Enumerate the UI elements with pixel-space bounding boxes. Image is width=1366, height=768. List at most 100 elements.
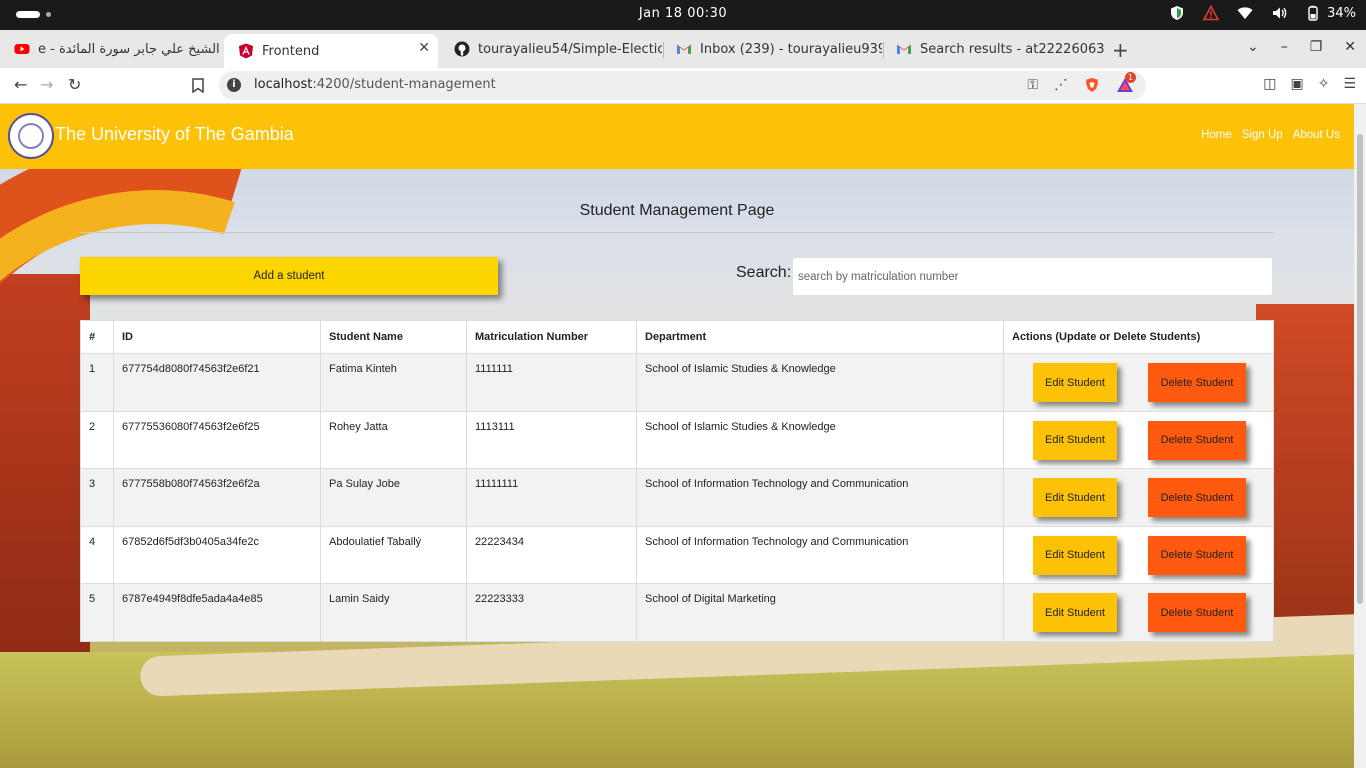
youtube-icon — [14, 44, 30, 54]
close-tab-icon[interactable]: ✕ — [418, 40, 430, 56]
back-arrow-icon[interactable]: ← — [14, 75, 27, 94]
edit-student-button[interactable]: Edit Student — [1033, 535, 1117, 575]
cell-actions: Edit Student Delete Student — [1003, 468, 1274, 527]
delete-student-button[interactable]: Delete Student — [1148, 478, 1246, 517]
col-header-department: Department — [636, 320, 1004, 354]
brave-rewards-button[interactable]: 1 — [1116, 72, 1137, 97]
col-header-actions: Actions (Update or Delete Students) — [1003, 320, 1274, 354]
site-navbar: The University of The Gambia Home Sign U… — [0, 104, 1354, 169]
page-title: Student Management Page — [579, 202, 775, 219]
wallet-icon[interactable]: ▣ — [1290, 76, 1303, 92]
system-tray[interactable]: 34% — [1169, 5, 1356, 21]
shield-update-icon[interactable] — [1169, 5, 1185, 21]
browser-right-tools: ◫ ▣ ✧ ☰ — [1263, 76, 1356, 92]
web-page: The University of The Gambia Home Sign U… — [0, 104, 1366, 768]
url-host: localhost — [254, 77, 313, 92]
search-input[interactable] — [792, 257, 1273, 296]
battery-icon — [1308, 5, 1318, 21]
sidebar-toggle-icon[interactable]: ◫ — [1263, 76, 1276, 92]
tab-search-chevron-icon[interactable]: ⌄ — [1247, 39, 1259, 55]
col-header-number: # — [80, 320, 114, 354]
cell-actions: Edit Student Delete Student — [1003, 353, 1274, 412]
nav-home-link[interactable]: Home — [1201, 129, 1232, 141]
url-text[interactable]: localhost:4200/student-management — [254, 77, 496, 92]
cell-id: 67775536080f74563f2e6f25 — [113, 410, 321, 469]
students-table: # ID Student Name Matriculation Number D… — [80, 320, 1274, 642]
cell-department: School of Digital Marketing — [636, 583, 1004, 642]
table-row: 5 6787e4949f8dfe5ada4a4e85 Lamin Saidy 2… — [80, 583, 1274, 642]
key-icon[interactable]: ⚿ — [1027, 77, 1038, 97]
site-info-icon[interactable]: i — [227, 78, 241, 92]
cell-matric: 11111111 — [466, 468, 637, 527]
window-controls: ⌄ – ❐ ✕ — [1247, 39, 1356, 55]
battery-percent: 34% — [1327, 5, 1356, 21]
edit-student-button[interactable]: Edit Student — [1033, 478, 1117, 517]
cell-name: Abdoulatief Taballý — [320, 525, 467, 584]
page-scrollbar[interactable] — [1354, 104, 1366, 768]
minimize-icon[interactable]: – — [1281, 39, 1288, 55]
title-divider — [80, 232, 1273, 233]
edit-student-button[interactable]: Edit Student — [1033, 593, 1117, 632]
edit-student-button[interactable]: Edit Student — [1033, 363, 1117, 402]
cell-number: 2 — [80, 410, 114, 469]
delete-student-button[interactable]: Delete Student — [1148, 420, 1246, 460]
volume-icon[interactable] — [1271, 5, 1287, 21]
cell-name: Rohey Jatta — [320, 410, 467, 469]
tab-gmail-inbox[interactable]: Inbox (239) - tourayalieu939 — [662, 34, 882, 64]
address-bar[interactable]: i localhost:4200/student-management ⚿ ⋰ … — [219, 71, 1146, 100]
table-row: 3 6777558b080f74563f2e6f2a Pa Sulay Jobe… — [80, 468, 1274, 527]
restore-icon[interactable]: ❐ — [1310, 39, 1323, 55]
cell-actions: Edit Student Delete Student — [1003, 583, 1274, 642]
delete-student-button[interactable]: Delete Student — [1148, 363, 1246, 402]
university-logo[interactable] — [8, 113, 54, 159]
delete-student-button[interactable]: Delete Student — [1148, 593, 1246, 632]
tab-title: الشيخ علي جابر سورة المائدة - e — [38, 41, 220, 57]
bookmark-icon[interactable] — [192, 78, 204, 93]
share-icon[interactable]: ⋰ — [1054, 77, 1068, 97]
rewards-badge: 1 — [1125, 72, 1137, 83]
delete-student-button[interactable]: Delete Student — [1148, 535, 1246, 575]
wifi-icon[interactable] — [1237, 5, 1253, 21]
table-header-row: # ID Student Name Matriculation Number D… — [80, 320, 1274, 354]
github-icon — [454, 41, 470, 57]
cell-actions: Edit Student Delete Student — [1003, 410, 1274, 469]
tab-github[interactable]: tourayalieu54/Simple-Electio — [440, 34, 662, 64]
brave-shield-icon[interactable] — [1084, 77, 1100, 93]
tab-title: Frontend — [262, 43, 320, 59]
tab-title: Search results - at22226063 — [920, 41, 1104, 57]
tab-youtube[interactable]: الشيخ علي جابر سورة المائدة - e — [0, 34, 222, 64]
cell-id: 67852d6f5df3b0405a34fe2c — [113, 525, 321, 584]
cell-number: 3 — [80, 468, 114, 527]
cell-department: School of Islamic Studies & Knowledge — [636, 410, 1004, 469]
cell-id: 677754d8080f74563f2e6f21 — [113, 353, 321, 412]
scrollbar-thumb[interactable] — [1357, 134, 1363, 604]
cell-id: 6777558b080f74563f2e6f2a — [113, 468, 321, 527]
nav-signup-link[interactable]: Sign Up — [1242, 129, 1283, 141]
search-label: Search: — [736, 264, 792, 281]
edit-student-button[interactable]: Edit Student — [1033, 420, 1117, 460]
gmail-icon — [677, 44, 691, 54]
forward-arrow-icon[interactable]: → — [40, 75, 53, 94]
new-tab-button[interactable]: + — [1112, 38, 1129, 62]
nav-links: Home Sign Up About Us — [1201, 129, 1340, 141]
system-clock[interactable]: Jan 18 00:30 — [0, 6, 1366, 21]
os-top-bar: Jan 18 00:30 34% — [0, 0, 1366, 30]
menu-icon[interactable]: ☰ — [1343, 76, 1356, 92]
cell-actions: Edit Student Delete Student — [1003, 525, 1274, 584]
angular-icon — [239, 43, 253, 59]
cell-matric: 22223333 — [466, 583, 637, 642]
tab-frontend[interactable]: Frontend ✕ — [224, 34, 438, 68]
browser-toolbar: ← → ↻ i localhost:4200/student-managemen… — [0, 68, 1366, 104]
cell-matric: 22223434 — [466, 525, 637, 584]
leo-ai-icon[interactable]: ✧ — [1318, 76, 1330, 92]
tab-gmail-search[interactable]: Search results - at22226063 — [882, 34, 1104, 64]
warning-icon[interactable] — [1203, 5, 1220, 21]
close-window-icon[interactable]: ✕ — [1344, 39, 1356, 55]
col-header-id: ID — [113, 320, 321, 354]
site-brand[interactable]: The University of The Gambia — [55, 124, 294, 145]
battery-indicator[interactable]: 34% — [1305, 5, 1356, 21]
add-student-button[interactable]: Add a student — [80, 257, 498, 295]
reload-icon[interactable]: ↻ — [68, 75, 81, 94]
cell-matric: 1113111 — [466, 410, 637, 469]
nav-about-link[interactable]: About Us — [1293, 129, 1340, 141]
